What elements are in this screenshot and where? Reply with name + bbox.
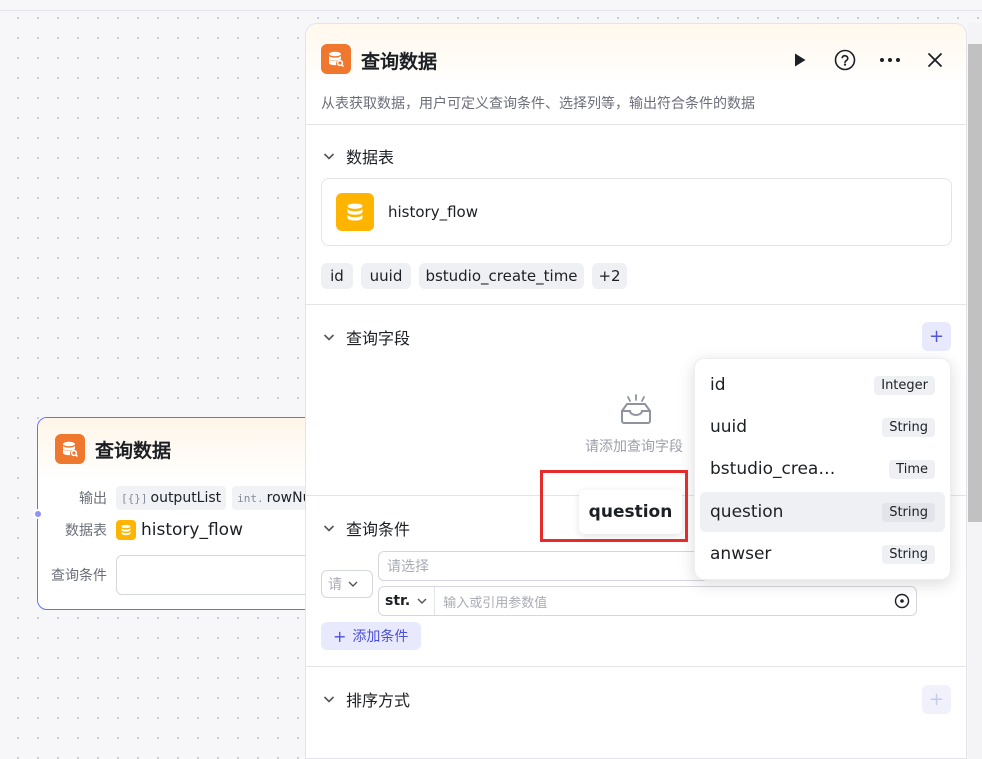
field-dropdown: id Integer uuid String bstudio_crea… Tim… — [694, 358, 951, 580]
type-badge: String — [882, 502, 935, 522]
table-label: 数据表 — [65, 523, 107, 539]
node-header: 查询数据 — [38, 418, 336, 480]
chevron-down-icon — [348, 581, 358, 587]
empty-query-fields-text: 请添加查询字段 — [585, 439, 683, 455]
value-placeholder: 输入或引用参数值 — [443, 595, 548, 611]
more-fields-tag[interactable]: +2 — [592, 263, 627, 289]
node-table-name: history_flow — [141, 520, 243, 540]
highlight-box — [540, 470, 688, 542]
dropdown-item[interactable]: bstudio_crea… Time — [700, 449, 945, 489]
help-button[interactable] — [831, 46, 859, 74]
dropdown-item-hovered[interactable]: question String — [700, 492, 945, 532]
output-chip-list: [{}] outputList — [116, 486, 227, 510]
type-badge: Integer — [874, 375, 935, 395]
node-title: 查询数据 — [95, 439, 172, 462]
chevron-down-icon[interactable] — [322, 521, 336, 535]
table-name: history_flow — [388, 203, 478, 221]
empty-box-icon — [621, 394, 651, 424]
section-title-sort: 排序方式 — [346, 691, 411, 710]
panel-header: 查询数据 从表获取数据，用户可定义查询条件、选择列等，输出符合条件的数据 — [306, 24, 966, 125]
more-dots-icon — [880, 58, 900, 62]
panel-description: 从表获取数据，用户可定义查询条件、选择列等，输出符合条件的数据 — [321, 96, 755, 112]
condition-field-select[interactable]: 请选择 — [378, 551, 708, 581]
add-condition-button[interactable]: + 添加条件 — [321, 622, 421, 650]
close-button[interactable] — [921, 46, 949, 74]
condition-value-input[interactable]: str. 输入或引用参数值 — [378, 586, 917, 616]
database-query-icon — [321, 44, 351, 74]
panel-scrollbar-thumb[interactable] — [968, 44, 982, 522]
type-badge: String — [882, 417, 935, 437]
section-title-conditions: 查询条件 — [346, 520, 411, 539]
run-button[interactable] — [786, 46, 814, 74]
dropdown-item[interactable]: anwser String — [700, 534, 945, 574]
database-query-icon — [55, 434, 85, 464]
add-sort-button[interactable]: + — [922, 685, 951, 714]
output-label: 输出 — [79, 491, 107, 507]
selected-table-card[interactable]: history_flow — [321, 178, 952, 246]
type-badge: Time — [889, 459, 935, 479]
value-type-select[interactable]: str. — [379, 587, 436, 615]
chevron-down-icon[interactable] — [322, 692, 336, 706]
node-condition-input[interactable] — [116, 555, 316, 595]
node-condition-row: 查询条件 — [38, 555, 316, 595]
add-query-field-button[interactable]: + — [922, 322, 951, 351]
section-sort: 排序方式 + — [306, 667, 966, 758]
chevron-down-icon[interactable] — [322, 330, 336, 344]
reference-variable-icon[interactable] — [894, 593, 910, 609]
type-badge: String — [882, 544, 935, 564]
database-icon — [116, 520, 136, 540]
condition-label: 查询条件 — [51, 568, 107, 584]
question-circle-icon — [834, 49, 856, 71]
node-output-row: 输出 [{}] outputList int. rowNu — [38, 486, 322, 510]
field-tag: uuid — [361, 263, 411, 289]
field-tag: bstudio_create_time — [419, 263, 584, 289]
node-input-handle[interactable] — [33, 509, 43, 519]
section-title-query-fields: 查询字段 — [346, 329, 411, 348]
plus-icon: + — [333, 626, 347, 646]
database-icon — [336, 193, 374, 231]
play-icon — [795, 53, 806, 67]
chevron-down-icon[interactable] — [322, 149, 336, 163]
chevron-down-icon — [417, 598, 427, 604]
more-button[interactable] — [876, 46, 904, 74]
dropdown-item[interactable]: id Integer — [700, 365, 945, 405]
section-title-table: 数据表 — [346, 148, 395, 167]
logic-select[interactable]: 请 — [321, 570, 373, 598]
close-icon — [928, 53, 942, 67]
canvas-top-bar — [0, 0, 982, 11]
node-table-row: 数据表 history_flow — [38, 520, 243, 540]
field-tag: id — [321, 263, 353, 289]
dropdown-item[interactable]: uuid String — [700, 407, 945, 447]
output-chip-rownum: int. rowNu — [232, 486, 317, 510]
panel-title: 查询数据 — [361, 51, 438, 73]
canvas-node-query-data[interactable]: 查询数据 输出 [{}] outputList int. rowNu 数据表 his… — [37, 417, 337, 610]
